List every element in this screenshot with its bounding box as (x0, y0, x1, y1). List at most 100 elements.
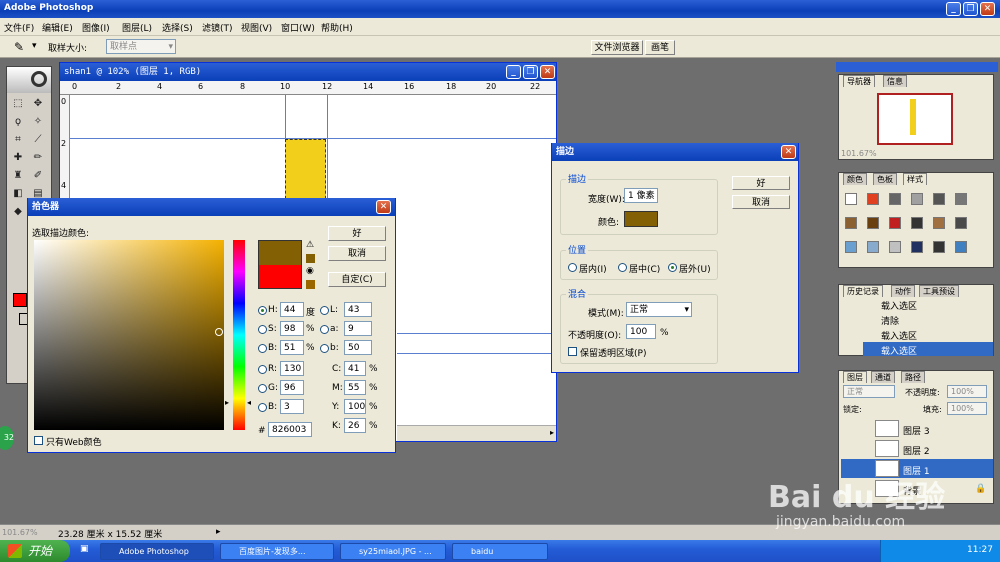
style-swatch[interactable] (867, 217, 879, 229)
style-swatch[interactable] (933, 217, 945, 229)
style-swatch[interactable] (933, 193, 945, 205)
history-item[interactable]: 清除 (863, 312, 993, 327)
slice-icon[interactable]: ⟋ (31, 133, 45, 147)
tab-swatches[interactable]: 色板 (873, 173, 897, 185)
green-input[interactable]: 96 (280, 380, 304, 395)
picker-close-icon[interactable]: ✕ (376, 200, 391, 214)
foreground-color-swatch[interactable] (13, 293, 27, 307)
web-swatch[interactable] (306, 280, 315, 289)
stroke-color-swatch[interactable] (624, 211, 658, 227)
style-swatch[interactable] (955, 193, 967, 205)
navigator-preview[interactable] (877, 93, 953, 145)
help-bubble-icon[interactable]: 32 (0, 426, 14, 450)
style-swatch[interactable] (845, 217, 857, 229)
hex-input[interactable]: 826003 (268, 422, 312, 437)
marquee-icon[interactable]: ⬚ (11, 97, 25, 111)
layer-row[interactable]: 图层 2 (841, 439, 993, 458)
close-icon[interactable]: ✕ (980, 2, 995, 16)
stroke-close-icon[interactable]: ✕ (781, 145, 796, 159)
style-swatch[interactable] (889, 241, 901, 253)
healing-icon[interactable]: ✚ (11, 151, 25, 165)
blue-input[interactable]: 3 (280, 399, 304, 414)
web-only-checkbox[interactable] (34, 436, 43, 445)
style-swatch[interactable] (911, 217, 923, 229)
hue-slider-arrow-icon[interactable]: ▸ (225, 398, 229, 407)
picker-cancel-button[interactable]: 取消 (328, 246, 386, 261)
stroke-opacity-input[interactable]: 100 (626, 324, 656, 339)
style-swatch[interactable] (933, 241, 945, 253)
history-item[interactable]: 载入选区 (863, 327, 993, 342)
menu-select[interactable]: 选择(S) (162, 21, 193, 34)
stroke-ok-button[interactable]: 好 (732, 176, 790, 190)
hue-slider[interactable] (233, 240, 245, 430)
menu-window[interactable]: 窗口(W) (281, 21, 315, 34)
layer-opacity-input[interactable]: 100% (947, 385, 987, 398)
menu-layer[interactable]: 图层(L) (122, 21, 152, 34)
style-swatch[interactable] (955, 217, 967, 229)
stroke-width-input[interactable]: 1 像素 (624, 188, 658, 203)
task-baidu-folder[interactable]: baidu (452, 543, 548, 560)
task-photoshop[interactable]: Adobe Photoshop (100, 543, 214, 560)
history-brush-icon[interactable]: ✐ (31, 169, 45, 183)
tab-brushes[interactable]: 画笔 (645, 40, 675, 55)
eraser-icon[interactable]: ◧ (11, 187, 25, 201)
tab-actions[interactable]: 动作 (891, 285, 915, 297)
position-inside-radio[interactable] (568, 263, 577, 272)
doc-minimize-icon[interactable]: _ (506, 65, 521, 79)
layer-fill-input[interactable]: 100% (947, 402, 987, 415)
magic-wand-icon[interactable]: ✧ (31, 115, 45, 129)
cyan-input[interactable]: 41 (344, 361, 366, 376)
menu-view[interactable]: 视图(V) (241, 21, 272, 34)
lasso-icon[interactable]: ϙ (11, 115, 25, 129)
lab-a-radio[interactable] (320, 325, 329, 334)
doc-restore-icon[interactable]: ❐ (523, 65, 538, 79)
saturation-input[interactable]: 98 (280, 321, 304, 336)
hsb-b-radio[interactable] (258, 344, 267, 353)
yellow-input[interactable]: 100 (344, 399, 366, 414)
style-swatch[interactable] (845, 241, 857, 253)
menu-edit[interactable]: 编辑(E) (42, 21, 73, 34)
history-item-selected[interactable]: 载入选区 (863, 342, 993, 357)
style-swatch[interactable] (845, 193, 857, 205)
status-arrow-icon[interactable]: ▸ (216, 527, 221, 537)
gamut-swatch[interactable] (306, 254, 315, 263)
tab-styles[interactable]: 样式 (903, 173, 927, 185)
tool-preset-arrow-icon[interactable]: ▾ (32, 41, 37, 51)
crop-icon[interactable]: ⌗ (11, 133, 25, 147)
blur-icon[interactable]: ◆ (11, 205, 25, 219)
tab-history[interactable]: 历史记录 (843, 285, 883, 297)
stroke-cancel-button[interactable]: 取消 (732, 195, 790, 209)
gamut-warning-icon[interactable]: ⚠ (306, 240, 314, 250)
blend-mode-select[interactable]: 正常 ▾ (626, 302, 692, 317)
tab-info[interactable]: 信息 (883, 75, 907, 87)
style-swatch[interactable] (867, 193, 879, 205)
menu-file[interactable]: 文件(F) (4, 21, 34, 34)
brightness-input[interactable]: 51 (280, 340, 304, 355)
style-swatch[interactable] (911, 193, 923, 205)
restore-icon[interactable]: ❐ (963, 2, 978, 16)
tab-paths[interactable]: 路径 (901, 371, 925, 383)
rgb-r-radio[interactable] (258, 365, 267, 374)
position-outside-radio[interactable] (668, 263, 677, 272)
hue-slider-arrow-icon[interactable]: ◂ (247, 398, 251, 407)
tab-layers[interactable]: 图层 (843, 371, 867, 383)
hsb-s-radio[interactable] (258, 325, 267, 334)
menu-image[interactable]: 图像(I) (82, 21, 110, 34)
color-field[interactable] (34, 240, 224, 430)
doc-close-icon[interactable]: ✕ (540, 65, 555, 79)
red-input[interactable]: 130 (280, 361, 304, 376)
hue-input[interactable]: 44 (280, 302, 304, 317)
stamp-icon[interactable]: ♜ (11, 169, 25, 183)
tab-channels[interactable]: 通道 (871, 371, 895, 383)
menu-filter[interactable]: 滤镜(T) (202, 21, 233, 34)
picker-custom-button[interactable]: 自定(C) (328, 272, 386, 287)
layer-row[interactable]: 图层 3 (841, 419, 993, 438)
style-swatch[interactable] (955, 241, 967, 253)
rgb-g-radio[interactable] (258, 384, 267, 393)
lab-b-radio[interactable] (320, 344, 329, 353)
style-swatch[interactable] (867, 241, 879, 253)
rgb-b-radio[interactable] (258, 403, 267, 412)
sample-size-select[interactable]: 取样点 ▾ (106, 39, 176, 54)
tab-file-browser[interactable]: 文件浏览器 (591, 40, 643, 55)
lab-l-radio[interactable] (320, 306, 329, 315)
